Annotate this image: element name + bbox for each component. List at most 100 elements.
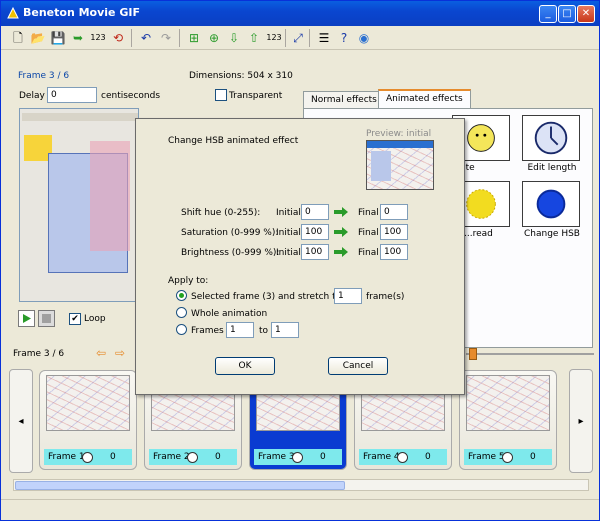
frame-delay: 0 <box>425 452 431 462</box>
next-frame-icon[interactable]: ⇨ <box>115 346 125 360</box>
brightness-label: Brightness (0-999 %): <box>181 248 280 258</box>
dimensions-label: Dimensions: 504 x 310 <box>189 71 293 81</box>
stretch-input[interactable] <box>334 288 362 304</box>
frame-thumb-1[interactable]: Frame 1 0 <box>39 370 137 470</box>
loop-label: Loop <box>84 314 106 324</box>
brightness-final-input[interactable] <box>380 244 408 260</box>
main-window: Beneton Movie GIF _ □ ✕ 🗋 📂 💾 ➥ 123 ⟲ ↶ … <box>0 0 600 521</box>
frame-delay: 0 <box>530 452 536 462</box>
scroll-right-button[interactable]: ▸ <box>569 369 593 473</box>
cancel-button[interactable]: Cancel <box>328 357 388 375</box>
undo-icon[interactable]: ↶ <box>137 29 155 47</box>
close-button[interactable]: ✕ <box>577 5 595 23</box>
clock-icon <box>534 121 568 155</box>
toolbar: 🗋 📂 💾 ➥ 123 ⟲ ↶ ↷ ⊞ ⊕ ⇩ ⇧ 123 ⤢ ☰ ? ◉ <box>1 26 599 50</box>
import-icon[interactable]: ⇩ <box>225 29 243 47</box>
refresh-icon[interactable]: ⟲ <box>109 29 127 47</box>
new-file-icon[interactable]: 🗋 <box>9 29 27 47</box>
insert-frame-icon[interactable]: ➥ <box>69 29 87 47</box>
clock-icon <box>82 452 93 463</box>
hue-final-input[interactable] <box>380 204 408 220</box>
arrow-right-icon <box>334 247 348 257</box>
help-icon[interactable]: ? <box>335 29 353 47</box>
brightness-final-label: Final <box>358 248 379 258</box>
dialog-title: Change HSB animated effect <box>168 136 299 146</box>
add-frame-icon[interactable]: ⊞ <box>185 29 203 47</box>
frames-to-label: to <box>259 326 269 336</box>
whole-animation-radio[interactable] <box>176 307 187 318</box>
resize-icon[interactable]: ⤢ <box>289 29 307 47</box>
transparent-checkbox[interactable] <box>215 89 227 101</box>
title-bar: Beneton Movie GIF _ □ ✕ <box>1 1 599 26</box>
whole-animation-label: Whole animation <box>191 309 268 319</box>
save-icon[interactable]: 💾 <box>49 29 67 47</box>
clock-icon <box>187 452 198 463</box>
delay-unit-label: centiseconds <box>101 91 161 101</box>
brightness-initial-input[interactable] <box>301 244 329 260</box>
ok-button[interactable]: OK <box>215 357 275 375</box>
open-folder-icon[interactable]: 📂 <box>29 29 47 47</box>
frame-delay: 0 <box>320 452 326 462</box>
speed-slider-track <box>466 353 594 355</box>
frames-scrollbar[interactable] <box>13 479 589 491</box>
hue-initial-label: Initial <box>276 208 301 218</box>
delay-input[interactable] <box>47 87 97 103</box>
current-frame-label: Frame 3 / 6 <box>18 71 70 81</box>
scroll-left-button[interactable]: ◂ <box>9 369 33 473</box>
selected-frame-radio[interactable] <box>176 290 187 301</box>
saturation-initial-label: Initial <box>276 228 301 238</box>
frames-to-input[interactable] <box>271 322 299 338</box>
clock-icon <box>397 452 408 463</box>
frame-preview <box>19 108 139 302</box>
change-hsb-effect[interactable] <box>522 181 580 227</box>
clock-icon <box>502 452 513 463</box>
preview-label: Preview: initial <box>366 129 432 139</box>
frames-range-radio[interactable] <box>176 324 187 335</box>
globe-icon[interactable]: ◉ <box>355 29 373 47</box>
brightness-initial-label: Initial <box>276 248 301 258</box>
frames-range-label: Frames <box>191 326 224 336</box>
status-bar <box>1 499 599 520</box>
window-title: Beneton Movie GIF <box>23 6 140 19</box>
hsb-icon <box>536 189 566 219</box>
minimize-button[interactable]: _ <box>539 5 557 23</box>
sort-frames-icon[interactable]: 123 <box>265 29 283 47</box>
frame-thumb-5[interactable]: Frame 5 0 <box>459 370 557 470</box>
renumber-icon[interactable]: 123 <box>89 29 107 47</box>
arrow-right-icon <box>334 227 348 237</box>
dialog-preview-image <box>366 140 434 190</box>
tab-animated-effects[interactable]: Animated effects <box>378 89 471 109</box>
stop-button[interactable] <box>38 310 55 327</box>
arrow-right-icon <box>334 207 348 217</box>
change-hsb-dialog: Change HSB animated effect Preview: init… <box>135 118 465 395</box>
selected-frame-label: Selected frame (3) and stretch to <box>191 292 342 302</box>
export-icon[interactable]: ⇧ <box>245 29 263 47</box>
saturation-initial-input[interactable] <box>301 224 329 240</box>
saturation-final-label: Final <box>358 228 379 238</box>
app-icon <box>7 6 19 19</box>
list-icon[interactable]: ☰ <box>315 29 333 47</box>
hue-label: Shift hue (0-255): <box>181 208 261 218</box>
previous-frame-icon[interactable]: ⇦ <box>96 346 106 360</box>
hue-final-label: Final <box>358 208 379 218</box>
saturation-final-input[interactable] <box>380 224 408 240</box>
hue-initial-input[interactable] <box>301 204 329 220</box>
redo-icon[interactable]: ↷ <box>157 29 175 47</box>
change-hsb-label: Change HSB <box>524 229 580 239</box>
transparent-label: Transparent <box>229 91 283 101</box>
saturation-label: Saturation (0-999 %): <box>181 228 279 238</box>
apply-to-label: Apply to: <box>168 276 209 286</box>
edit-length-label: Edit length <box>527 163 577 173</box>
delay-label: Delay <box>19 91 45 101</box>
speed-slider-handle[interactable] <box>469 348 477 360</box>
play-button[interactable] <box>18 310 35 327</box>
frames-from-input[interactable] <box>226 322 254 338</box>
tab-normal-effects[interactable]: Normal effects <box>303 91 385 109</box>
maximize-button[interactable]: □ <box>558 5 576 23</box>
stretch-unit-label: frame(s) <box>366 292 405 302</box>
add-image-icon[interactable]: ⊕ <box>205 29 223 47</box>
scrollbar-thumb[interactable] <box>15 481 345 490</box>
clock-icon <box>292 452 303 463</box>
loop-checkbox[interactable]: ✔ <box>69 313 81 325</box>
edit-length-effect[interactable] <box>522 115 580 161</box>
